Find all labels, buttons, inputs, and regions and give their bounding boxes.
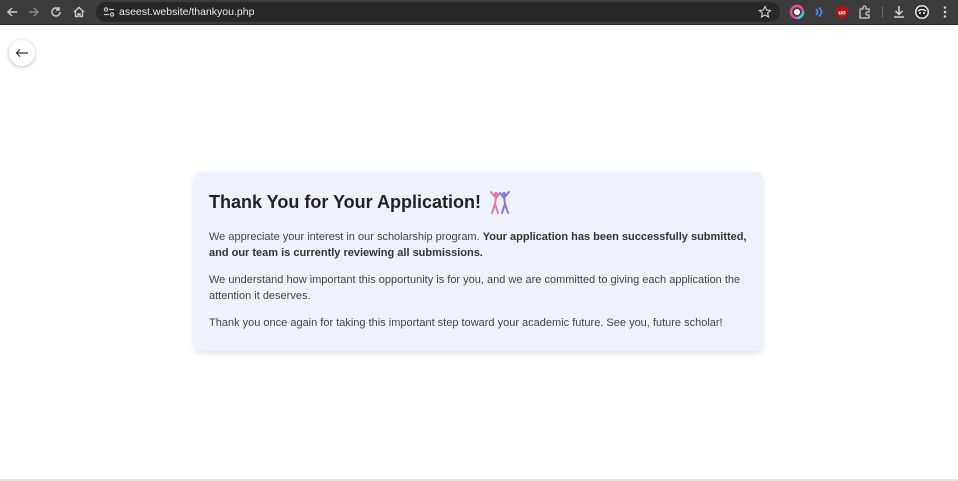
audio-extension-icon[interactable] [811, 4, 827, 20]
browser-menu-icon[interactable] [937, 4, 953, 20]
people-celebrating-icon [490, 191, 511, 214]
arrow-left-icon [15, 49, 28, 57]
intro-paragraph: We appreciate your interest in our schol… [209, 229, 748, 261]
intro-text: We appreciate your interest in our schol… [209, 231, 483, 243]
ublock-extension-icon[interactable]: uo [834, 4, 850, 20]
site-info-icon[interactable] [102, 5, 116, 19]
toolbar-separator [882, 6, 883, 18]
address-bar[interactable]: aseest.website/thankyou.php [96, 2, 780, 22]
page-title: Thank You for Your Application! [209, 189, 748, 215]
commitment-paragraph: We understand how important this opportu… [209, 274, 741, 302]
browser-forward-icon[interactable] [25, 3, 43, 21]
back-button[interactable] [9, 40, 35, 66]
url-text[interactable]: aseest.website/thankyou.php [119, 5, 254, 19]
bookmark-star-icon[interactable] [758, 5, 772, 19]
thank-you-card: Thank You for Your Application! We appre… [194, 172, 763, 351]
browser-back-icon[interactable] [3, 3, 21, 21]
browser-toolbar: aseest.website/thankyou.php uo [0, 0, 958, 25]
extensions-puzzle-icon[interactable] [857, 4, 873, 20]
color-extension-icon[interactable] [789, 4, 805, 20]
page-title-text: Thank You for Your Application! [209, 192, 482, 212]
download-icon[interactable] [891, 4, 907, 20]
svg-text:uo: uo [838, 11, 846, 17]
closing-paragraph: Thank you once again for taking this imp… [209, 317, 723, 329]
profile-avatar-icon[interactable] [914, 4, 930, 20]
reload-icon[interactable] [47, 3, 65, 21]
home-icon[interactable] [70, 3, 88, 21]
